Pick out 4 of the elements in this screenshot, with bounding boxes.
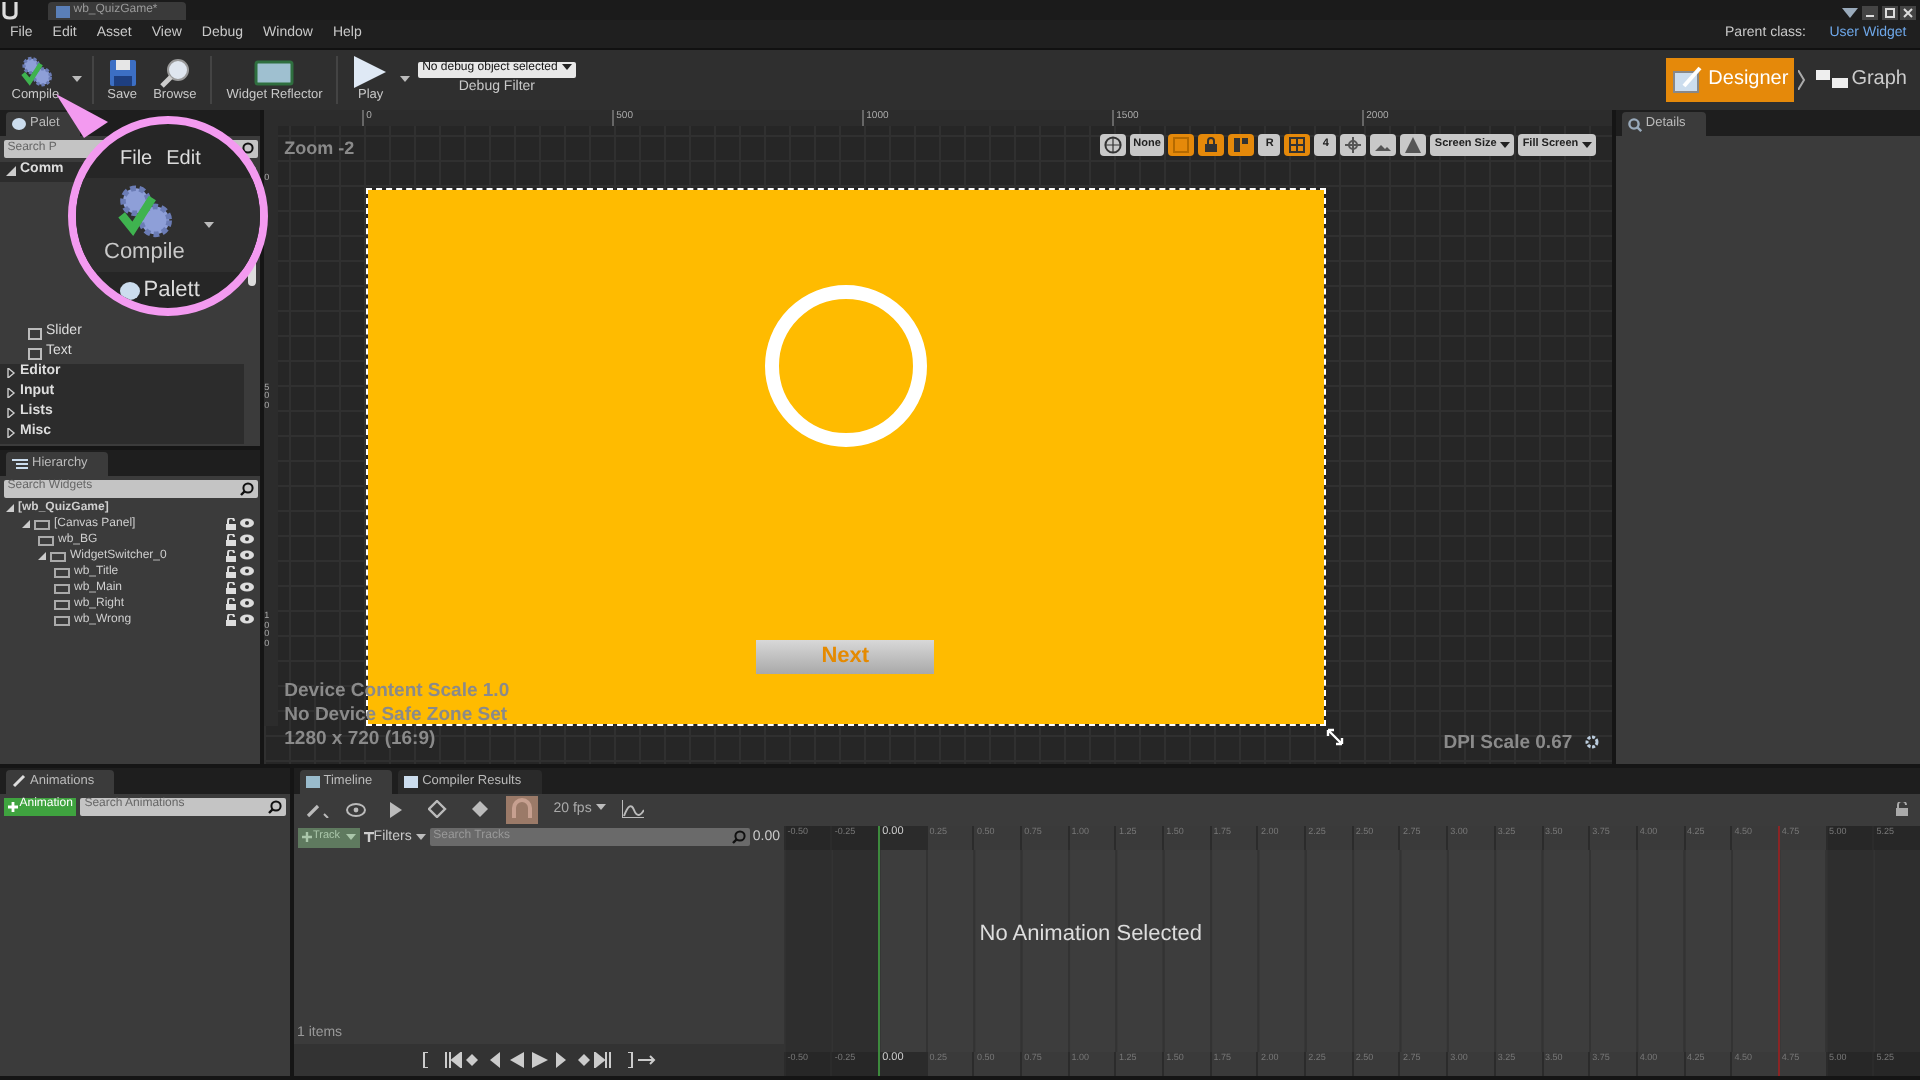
empty-message: No Animation Selected — [979, 921, 1203, 948]
info-text: 1280 x 720 (16:9) — [284, 728, 438, 752]
dpi-scale-label: DPI Scale 0.67 — [1443, 731, 1573, 754]
zoom-label: Zoom -2 — [284, 138, 355, 160]
